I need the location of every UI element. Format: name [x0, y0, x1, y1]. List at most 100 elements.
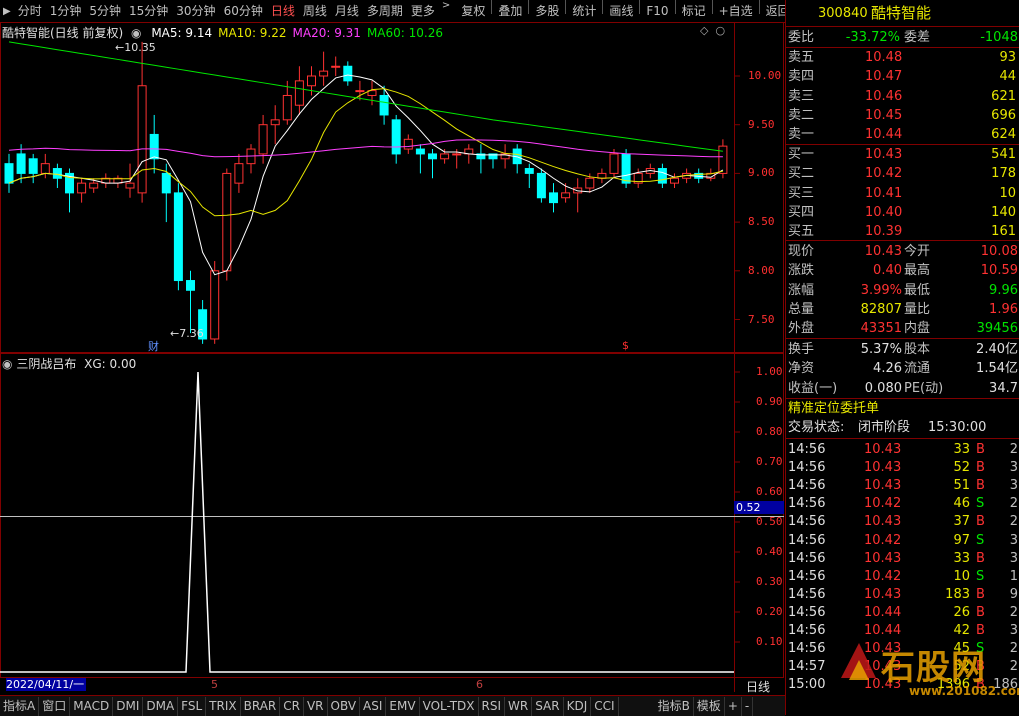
tool-button-0[interactable]: 复权 [457, 0, 489, 22]
stat-value: 2.40亿 [976, 342, 1018, 357]
stock-header: 300840 酷特智能 [786, 4, 1019, 24]
period-tab-9[interactable]: 多周期 [363, 0, 407, 22]
indicator-tab-0[interactable]: 指标A [0, 696, 40, 716]
indicator-tab-13[interactable]: VOL-TDX [420, 696, 479, 716]
period-tab-8[interactable]: 月线 [331, 0, 363, 22]
indicator-tab-22[interactable]: - [742, 696, 754, 716]
candle-body [4, 163, 14, 184]
bid-row[interactable]: 买三 10.41 10 [786, 184, 1019, 203]
indicator-tab-9[interactable]: VR [304, 696, 328, 716]
trade-state-value: 闭市阶段 [858, 420, 911, 435]
candle-body [536, 172, 546, 199]
tool-button-7[interactable]: +自选 [715, 0, 757, 22]
weicha-value: -1048 [980, 30, 1018, 45]
tool-button-2[interactable]: 多股 [531, 0, 563, 22]
chart-title: 酷特智能(日线 前复权) [2, 26, 124, 40]
indicator-tab-20[interactable]: 模板 [694, 696, 725, 716]
tick-volume: 10 [953, 568, 970, 584]
indicator-settings-icon[interactable]: ◉ [2, 357, 12, 371]
circle-icon[interactable]: ○ [715, 24, 725, 37]
tick-volume: 46 [953, 496, 970, 512]
cursor-value-tag: 0.52 [734, 501, 784, 514]
indicator-tab-8[interactable]: CR [280, 696, 304, 716]
tool-button-4[interactable]: 画线 [605, 0, 637, 22]
stock-name: 酷特智能 [871, 4, 932, 22]
indicator-tab-11[interactable]: ASI [360, 696, 387, 716]
tick-volume: 52 [953, 659, 970, 675]
period-tab-10[interactable]: 更多 [407, 0, 439, 22]
stat-row: 净资 4.26 流通 1.54亿 [786, 359, 1019, 378]
bid-row[interactable]: 买一 10.43 541 [786, 145, 1019, 164]
ask-row[interactable]: 卖一 10.44 624 [786, 125, 1019, 144]
tick-price: 10.43 [864, 442, 902, 457]
period-tab-4[interactable]: 30分钟 [172, 0, 219, 22]
settings-circle-icon[interactable]: ◉ [131, 26, 141, 40]
stat-row: 涨跌 0.40 最高 10.59 [786, 261, 1019, 280]
tool-button-3[interactable]: 统计 [568, 0, 600, 22]
tick-row: 14:56 10.44 42 B 3 [786, 621, 1019, 639]
tool-button-5[interactable]: F10 [642, 0, 672, 22]
indicator-tab-2[interactable]: MACD [70, 696, 114, 716]
indicator-tab-21[interactable]: + [725, 696, 742, 716]
indicator-tab-7[interactable]: BRAR [241, 696, 281, 716]
period-tab-0[interactable]: 分时 [14, 0, 46, 22]
ask-row[interactable]: 卖二 10.45 696 [786, 106, 1019, 125]
toolbar-divider [711, 0, 713, 14]
book-volume: 140 [991, 204, 1016, 220]
dividend-marker[interactable]: $ [622, 339, 629, 352]
ma10-line [8, 88, 724, 217]
period-tab-2[interactable]: 5分钟 [85, 0, 125, 22]
indicator-tab-12[interactable]: EMV [386, 696, 420, 716]
indicator-tab-14[interactable]: RSI [479, 696, 506, 716]
candle-body [294, 80, 304, 106]
tick-side: S [976, 496, 985, 512]
indicator-tab-16[interactable]: SAR [532, 696, 564, 716]
period-tabs: 分时 1分钟 5分钟 15分钟 30分钟 60分钟 日线 周线 月线 多周期 更多 > [14, 0, 454, 22]
tool-button-1[interactable]: 叠加 [494, 0, 526, 22]
indicator-tab-6[interactable]: TRIX [206, 696, 241, 716]
ask-row[interactable]: 卖五 10.48 93 [786, 48, 1019, 67]
bid-row[interactable]: 买五 10.39 161 [786, 222, 1019, 241]
indicator-tab-1[interactable]: 窗口 [39, 696, 71, 716]
tick-side: B [976, 659, 985, 675]
book-volume: 621 [991, 88, 1016, 104]
ask-row[interactable]: 卖四 10.47 44 [786, 67, 1019, 86]
indicator-tab-15[interactable]: WR [505, 696, 533, 716]
indicator-tab-5[interactable]: FSL [178, 696, 207, 716]
finance-marker[interactable]: 财 [148, 338, 159, 354]
stat-row: 外盘 43351 内盘 39456 [786, 319, 1019, 338]
period-tab-5[interactable]: 60分钟 [220, 0, 267, 22]
tick-price: 10.42 [864, 568, 902, 584]
tick-volume: 26 [953, 604, 970, 620]
candle-body [440, 153, 450, 160]
tick-side: B [976, 478, 985, 494]
chevron-right-icon[interactable]: > [439, 0, 453, 22]
period-tab-1[interactable]: 1分钟 [46, 0, 86, 22]
menu-triangle-icon[interactable]: ▶ [0, 6, 14, 17]
indicator-tab-3[interactable]: DMI [113, 696, 144, 716]
precise-order-link[interactable]: 精准定位委托单 [786, 399, 1019, 418]
diamond-icon[interactable]: ◇ [700, 24, 708, 37]
stat-label: 净资 [788, 361, 815, 377]
indicator-tab-17[interactable]: KDJ [564, 696, 592, 716]
stat-label: 流通 [904, 361, 931, 377]
indicator-tab-4[interactable]: DMA [143, 696, 179, 716]
ask-row[interactable]: 卖三 10.46 621 [786, 87, 1019, 106]
ma5-line [8, 74, 724, 276]
indicator-tab-10[interactable]: OBV [328, 696, 361, 716]
period-tab-3[interactable]: 15分钟 [125, 0, 172, 22]
price-tick-label: 10.00 [748, 69, 782, 82]
tick-time: 14:56 [788, 586, 826, 602]
tick-time: 14:56 [788, 550, 826, 566]
weibi-label: 委比 [788, 30, 815, 45]
tool-button-6[interactable]: 标记 [678, 0, 710, 22]
divider [786, 338, 1019, 339]
period-tab-6[interactable]: 日线 [267, 0, 299, 22]
period-tab-7[interactable]: 周线 [299, 0, 331, 22]
precise-order-label[interactable]: 精准定位委托单 [788, 399, 879, 418]
high-price-mark: ←10.35 [115, 41, 156, 54]
bid-row[interactable]: 买二 10.42 178 [786, 164, 1019, 183]
indicator-tab-19[interactable]: 指标B [655, 696, 694, 716]
indicator-tab-18[interactable]: CCI [591, 696, 619, 716]
bid-row[interactable]: 买四 10.40 140 [786, 203, 1019, 222]
